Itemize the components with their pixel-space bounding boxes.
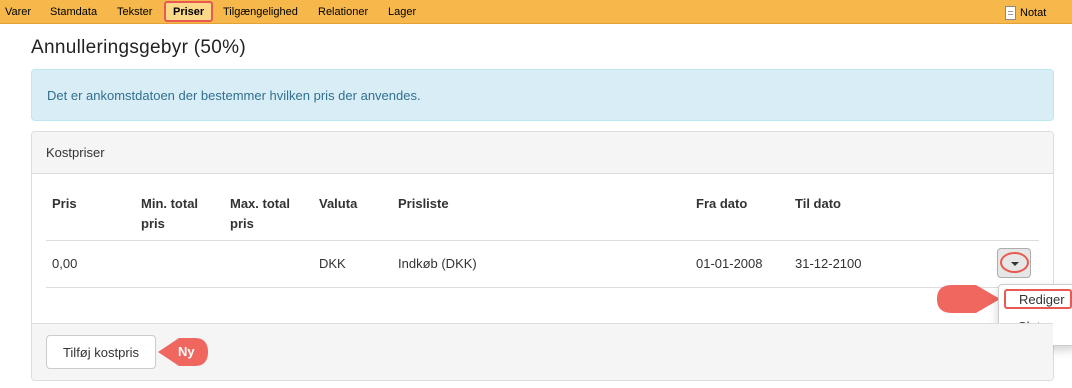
caret-down-icon — [1011, 262, 1019, 266]
col-header-pris: Pris — [52, 196, 77, 211]
col-header-valuta: Valuta — [319, 196, 358, 211]
tab-tekster[interactable]: Tekster — [117, 0, 152, 24]
cell-fra-dato: 01-01-2008 — [696, 256, 763, 271]
document-icon — [1005, 5, 1016, 20]
tab-tilgaengelighed[interactable]: Tilgængelighed — [223, 0, 298, 24]
cell-prisliste: Indkøb (DKK) — [398, 256, 477, 271]
row-divider — [46, 287, 1039, 288]
page-title: Annulleringsgebyr (50%) — [31, 37, 246, 58]
cell-valuta: DKK — [319, 256, 346, 271]
tab-relationer[interactable]: Relationer — [318, 0, 368, 24]
add-kostpris-button[interactable]: Tilføj kostpris — [46, 335, 156, 369]
row-actions-button[interactable] — [997, 248, 1031, 278]
callout-pointer-rediger — [937, 285, 1000, 313]
col-header-fra-dato: Fra dato — [696, 196, 748, 211]
col-header-til-dato: Til dato — [795, 196, 841, 211]
cell-pris: 0,00 — [52, 256, 78, 271]
top-tab-bar: Varer Stamdata Tekster Priser Tilgængeli… — [0, 0, 1072, 24]
tab-varer[interactable]: Varer — [5, 0, 31, 24]
tab-stamdata[interactable]: Stamdata — [50, 0, 97, 24]
menu-item-rediger[interactable]: Rediger — [1004, 289, 1072, 309]
info-alert: Det er ankomstdatoen der bestemmer hvilk… — [31, 69, 1054, 121]
notat-button[interactable]: Notat — [1005, 4, 1046, 21]
panel-heading: Kostpriser — [32, 132, 1053, 174]
col-header-min-total-pris: Min. total pris — [141, 196, 199, 231]
notat-label: Notat — [1020, 6, 1047, 19]
col-header-prisliste: Prisliste — [398, 196, 449, 211]
cell-til-dato: 31-12-2100 — [795, 256, 862, 271]
col-header-max-total-pris: Max. total pris — [230, 196, 290, 231]
header-divider — [46, 240, 1039, 241]
tab-priser[interactable]: Priser — [164, 1, 214, 22]
callout-ny-label: Ny — [178, 344, 195, 359]
tab-lager[interactable]: Lager — [388, 0, 416, 24]
